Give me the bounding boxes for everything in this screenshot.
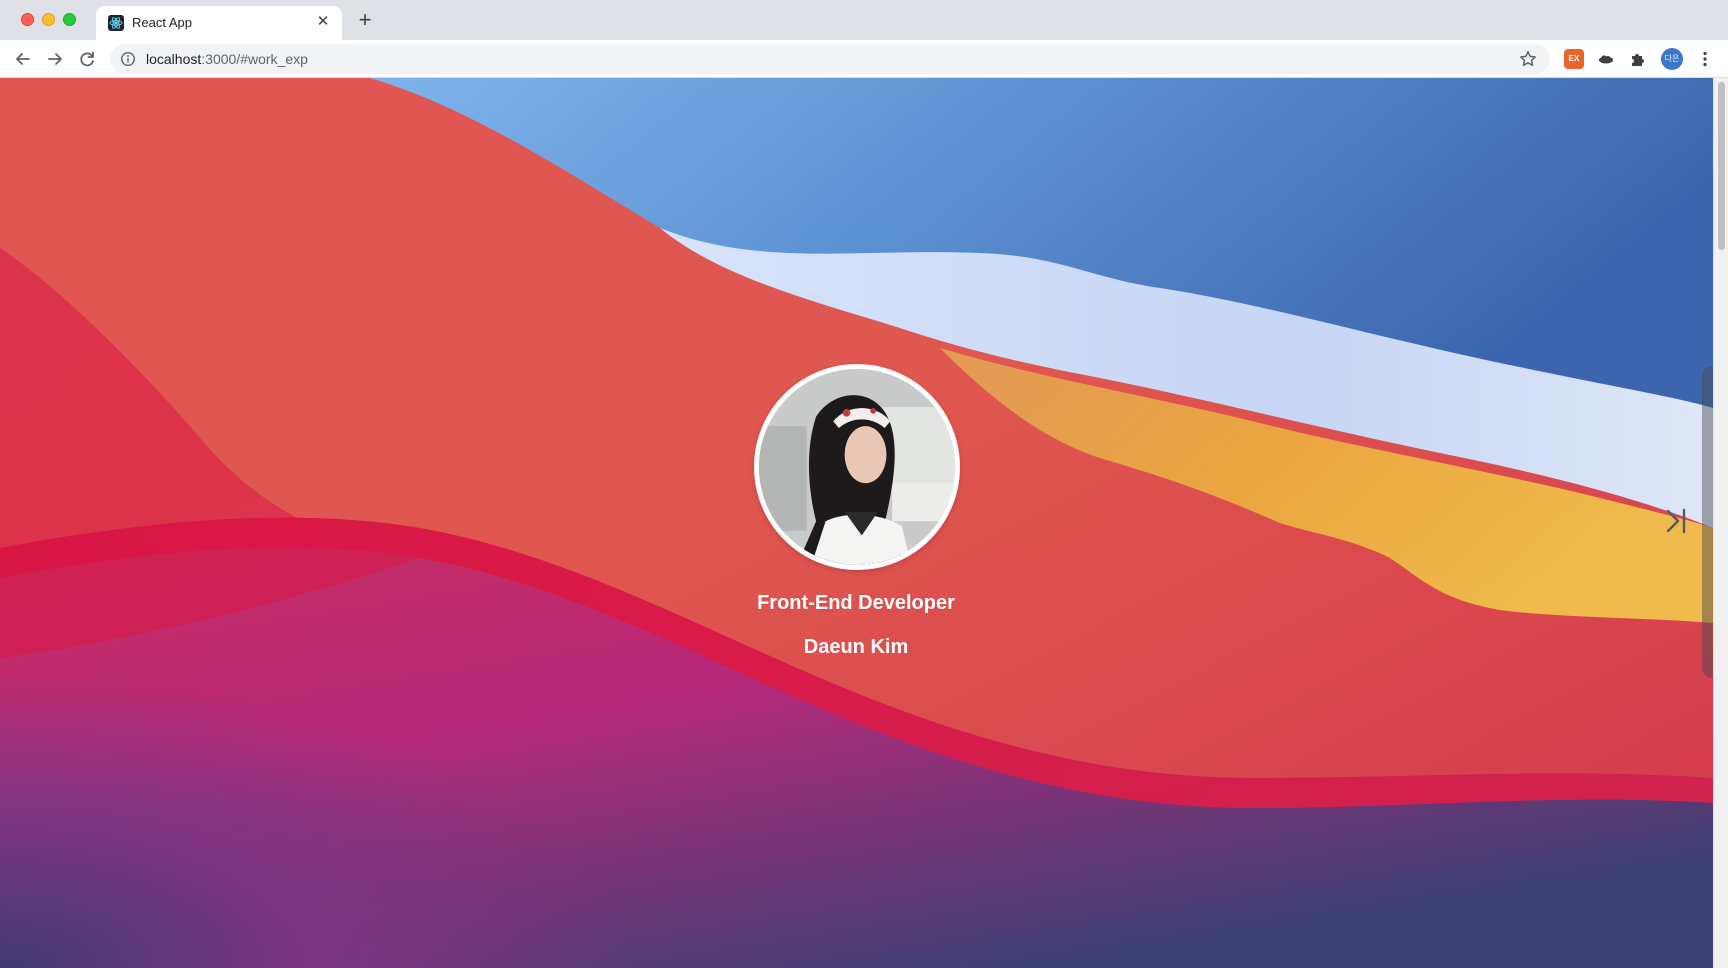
profile-photo-image	[759, 369, 955, 565]
info-icon[interactable]	[120, 51, 136, 67]
browser-tab-bar: React App ✕ +	[0, 0, 1728, 40]
react-favicon-icon	[108, 15, 124, 31]
tab-title: React App	[132, 15, 192, 30]
browser-toolbar: localhost:3000/#work_exp EX 다은	[0, 40, 1728, 78]
new-tab-button[interactable]: +	[353, 9, 377, 33]
close-window-button[interactable]	[21, 13, 34, 26]
extension-cloud-icon[interactable]	[1596, 49, 1616, 69]
browser-tab[interactable]: React App ✕	[96, 6, 342, 40]
url-path: :3000/#work_exp	[201, 51, 308, 67]
address-bar[interactable]: localhost:3000/#work_exp	[110, 44, 1550, 74]
profile-photo	[754, 364, 960, 570]
maximize-window-button[interactable]	[63, 13, 76, 26]
kebab-menu-icon[interactable]	[1695, 49, 1715, 69]
forward-arrow-icon[interactable]	[42, 46, 68, 72]
page-viewport: Front-End Developer Daeun Kim	[0, 78, 1713, 968]
side-drawer-handle[interactable]	[1702, 366, 1713, 678]
extension-ex-icon[interactable]: EX	[1564, 49, 1584, 69]
tab-close-icon[interactable]: ✕	[314, 13, 332, 31]
profile-avatar[interactable]: 다은	[1661, 48, 1683, 70]
puzzle-icon[interactable]	[1628, 49, 1648, 69]
page-scrollbar[interactable]	[1713, 78, 1728, 968]
url-text[interactable]: localhost:3000/#work_exp	[146, 51, 308, 67]
url-host: localhost	[146, 51, 202, 67]
minimize-window-button[interactable]	[42, 13, 55, 26]
skip-next-icon[interactable]	[1662, 504, 1692, 538]
back-arrow-icon[interactable]	[10, 46, 36, 72]
star-icon[interactable]	[1518, 49, 1538, 69]
reload-icon[interactable]	[74, 46, 100, 72]
scrollbar-thumb[interactable]	[1718, 82, 1725, 250]
job-title: Front-End Developer	[757, 592, 955, 614]
person-name: Daeun Kim	[803, 636, 909, 658]
